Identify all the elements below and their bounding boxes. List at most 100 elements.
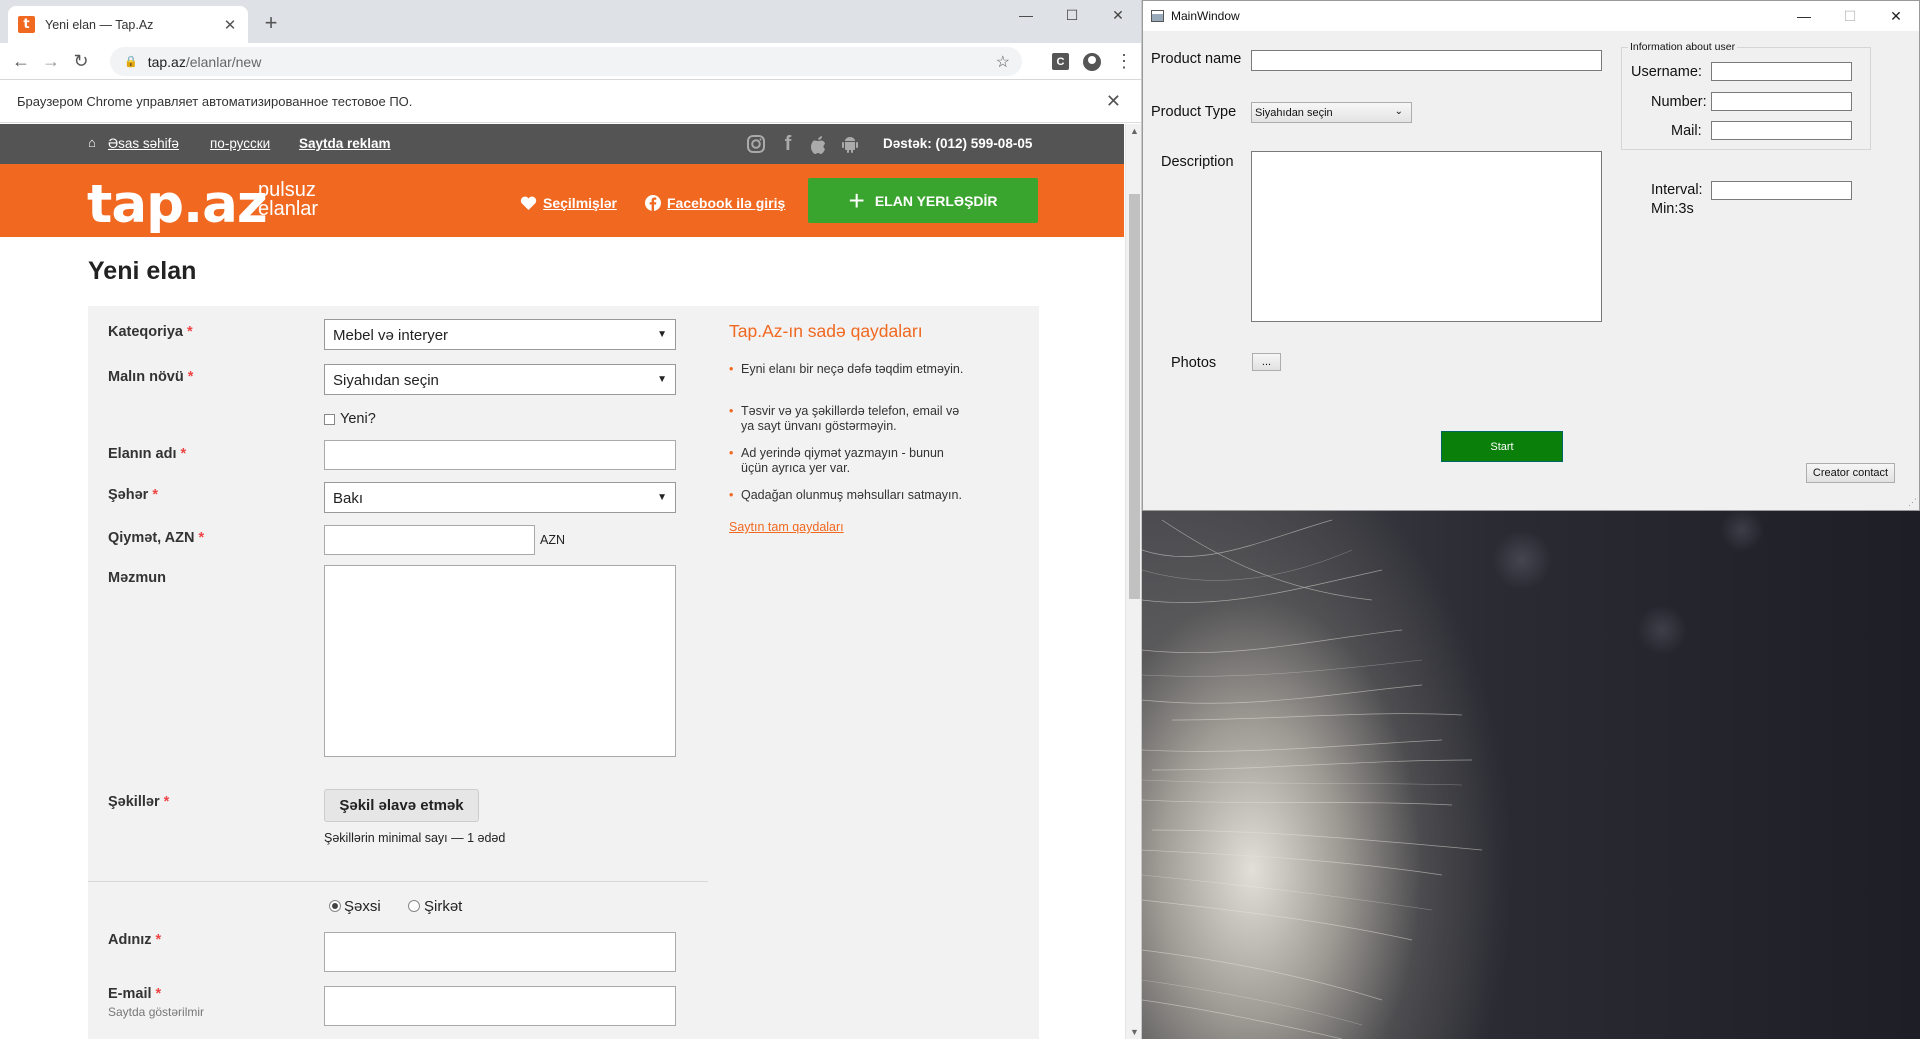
- facebook-circle-icon: [645, 195, 661, 211]
- user-info-group-title: Information about user: [1628, 41, 1738, 53]
- start-button[interactable]: Start: [1441, 431, 1563, 462]
- product-name-input[interactable]: [1251, 50, 1602, 71]
- dropdown-arrow-icon: ⌄: [1394, 106, 1403, 117]
- interval-input[interactable]: [1711, 181, 1852, 200]
- scroll-down-icon[interactable]: ▼: [1130, 1027, 1139, 1037]
- number-input[interactable]: [1711, 92, 1852, 111]
- site-logo[interactable]: tap.az: [87, 174, 268, 235]
- favorites-link[interactable]: Seçilmişlər: [520, 195, 617, 211]
- rules-title: Tap.Az-ın sadə qaydaları: [729, 321, 923, 341]
- ad-name-input[interactable]: [324, 440, 676, 470]
- toolbar-right: C ⋮: [1052, 51, 1133, 72]
- logo-tagline: pulsuz elanlar: [258, 180, 319, 220]
- content-textarea[interactable]: [324, 565, 676, 757]
- maximize-icon: ☐: [1843, 7, 1857, 24]
- chrome-window-controls: — ☐ ✕: [1003, 0, 1141, 30]
- add-photo-button[interactable]: Şəkil əlavə etmək: [324, 789, 479, 822]
- favorites-label: Seçilmişlər: [543, 195, 617, 211]
- apple-icon[interactable]: [807, 133, 829, 155]
- bookmark-star-icon[interactable]: ☆: [996, 52, 1010, 72]
- mail-input[interactable]: [1711, 121, 1852, 140]
- email-hint: Saytda göstərilmir: [108, 1005, 205, 1019]
- qt-titlebar: MainWindow — ☐ ✕: [1143, 1, 1919, 31]
- tab-strip: t Yeni elan — Tap.Az ✕ + — ☐ ✕: [0, 0, 1141, 43]
- email-label: E-mail *: [108, 986, 162, 1002]
- address-bar[interactable]: 🔒 tap.az/elanlar/new ☆: [110, 47, 1022, 76]
- page-scrollbar[interactable]: ▲ ▼: [1125, 124, 1141, 1039]
- russian-link[interactable]: по-русски: [210, 136, 270, 151]
- page-title: Yeni elan: [88, 257, 197, 285]
- price-input[interactable]: [324, 525, 535, 555]
- instagram-icon[interactable]: [745, 133, 767, 155]
- android-icon[interactable]: [839, 133, 861, 155]
- rule-item: Eyni elanı bir neçə dəfə təqdim etməyin.: [729, 362, 969, 377]
- photos-label: Şəkillər *: [108, 794, 170, 810]
- description-label: Description: [1161, 154, 1234, 170]
- new-tab-icon[interactable]: +: [258, 10, 284, 36]
- rule-item: Ad yerində qiymət yazmayın - bunun üçün …: [729, 446, 969, 476]
- close-window-icon[interactable]: ✕: [1095, 0, 1141, 30]
- facebook-login-link[interactable]: Facebook ilə giriş: [645, 195, 785, 211]
- scroll-up-icon[interactable]: ▲: [1130, 126, 1139, 136]
- profile-avatar-icon[interactable]: [1083, 52, 1101, 71]
- interval-min-label: Min:3s: [1651, 201, 1694, 217]
- tab-title: Yeni elan — Tap.Az: [45, 17, 154, 32]
- scroll-thumb[interactable]: [1129, 194, 1140, 599]
- window-app-icon: [1151, 10, 1164, 22]
- forward-icon[interactable]: →: [36, 51, 66, 72]
- tab-close-icon[interactable]: ✕: [222, 16, 238, 34]
- city-label: Şəhər *: [108, 487, 158, 503]
- creator-contact-button[interactable]: Creator contact: [1806, 463, 1895, 483]
- support-phone: Dəstək: (012) 599-08-05: [883, 136, 1033, 151]
- product-type-combo[interactable]: Siyahıdan seçin ⌄: [1251, 102, 1412, 123]
- logo-tagline-2: elanlar: [258, 198, 319, 220]
- rule-item: Təsvir və ya şəkillərdə telefon, email v…: [729, 404, 969, 434]
- back-icon[interactable]: ←: [6, 51, 36, 72]
- interval-label: Interval:: [1651, 182, 1703, 198]
- city-select[interactable]: Bakı ▼: [324, 482, 676, 513]
- resize-grip-icon[interactable]: ⋰: [1908, 497, 1917, 508]
- email-input[interactable]: [324, 986, 676, 1026]
- qt-window-title: MainWindow: [1171, 9, 1240, 23]
- infobar-text: Браузером Chrome управляет автоматизиров…: [17, 94, 413, 109]
- new-checkbox-label: Yeni?: [340, 411, 376, 427]
- post-ad-button[interactable]: + ELAN YERLƏŞDİR: [808, 178, 1038, 223]
- personal-radio[interactable]: [329, 900, 341, 912]
- menu-kebab-icon[interactable]: ⋮: [1115, 51, 1133, 72]
- close-window-icon[interactable]: ✕: [1873, 1, 1919, 31]
- site-topbar: ⌂ Əsas səhifə по-русски Saytda reklam f …: [0, 124, 1124, 164]
- your-name-input[interactable]: [324, 932, 676, 972]
- new-checkbox[interactable]: [324, 414, 335, 425]
- full-rules-link[interactable]: Saytın tam qaydaları: [729, 520, 844, 534]
- maximize-icon[interactable]: ☐: [1049, 0, 1095, 30]
- product-name-label: Product name: [1151, 51, 1242, 67]
- rule-item: Qadağan olunmuş məhsulları satmayın.: [729, 488, 969, 503]
- product-type-label: Product Type: [1151, 104, 1237, 120]
- price-label: Qiymət, AZN *: [108, 530, 205, 546]
- heart-icon: [520, 196, 537, 210]
- extension-icon[interactable]: C: [1052, 53, 1069, 70]
- company-label: Şirkət: [424, 898, 463, 915]
- dropdown-arrow-icon: ▼: [657, 374, 667, 385]
- advertise-link[interactable]: Saytda reklam: [299, 136, 391, 151]
- type-select[interactable]: Siyahıdan seçin ▼: [324, 364, 676, 395]
- description-textarea[interactable]: [1251, 151, 1602, 322]
- personal-label: Şəxsi: [344, 898, 381, 915]
- site-header: tap.az pulsuz elanlar Seçilmişlər Facebo…: [0, 164, 1124, 237]
- home-link[interactable]: Əsas səhifə: [108, 136, 179, 151]
- minimize-icon[interactable]: —: [1781, 1, 1827, 31]
- category-select[interactable]: Mebel və interyer ▼: [324, 319, 676, 350]
- infobar-close-icon[interactable]: ✕: [1106, 91, 1121, 112]
- reload-icon[interactable]: ↻: [66, 51, 96, 72]
- company-radio[interactable]: [408, 900, 420, 912]
- username-input[interactable]: [1711, 62, 1852, 81]
- facebook-login-label: Facebook ilə giriş: [667, 195, 786, 211]
- facebook-icon[interactable]: f: [777, 133, 799, 155]
- browser-tab[interactable]: t Yeni elan — Tap.Az ✕: [8, 6, 248, 43]
- minimize-icon[interactable]: —: [1003, 0, 1049, 30]
- home-icon: ⌂: [88, 135, 96, 150]
- url-text: tap.az/elanlar/new: [147, 53, 262, 70]
- your-name-label: Adınız *: [108, 932, 162, 948]
- type-label: Malın növü *: [108, 369, 194, 385]
- browse-photos-button[interactable]: ...: [1252, 353, 1281, 371]
